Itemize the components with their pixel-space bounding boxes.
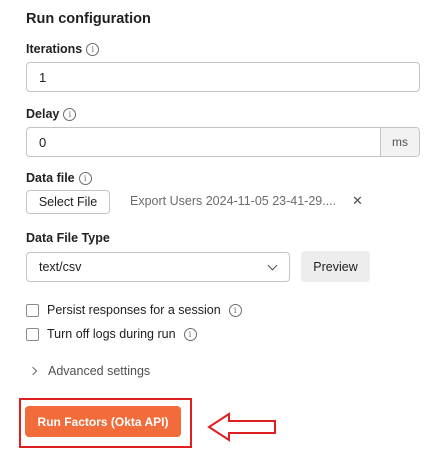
close-icon[interactable]: ✕ [352,193,363,209]
info-icon[interactable]: i [78,171,92,185]
data-file-type-label: Data File Type [26,231,110,245]
delay-input[interactable]: 0 ms [26,127,420,157]
chevron-down-icon [267,260,278,271]
persist-responses-label: Persist responses for a session [47,303,221,317]
delay-label-row: Delay i [26,107,77,121]
preview-button[interactable]: Preview [301,251,370,282]
persist-responses-option[interactable]: Persist responses for a session i [26,303,242,317]
iterations-value: 1 [39,69,47,85]
left-arrow-annotation-icon [207,412,276,442]
info-icon[interactable]: i [183,327,197,341]
data-file-type-select[interactable]: text/csv [26,252,290,282]
turn-off-logs-checkbox[interactable] [26,327,39,341]
data-file-label-row: Data file i [26,171,92,185]
run-configuration-panel: Run configuration Iterations i 1 Delay i… [0,0,431,462]
advanced-settings-label: Advanced settings [48,364,151,378]
iterations-label-row: Iterations i [26,42,100,56]
delay-unit: ms [380,128,419,156]
iterations-input[interactable]: 1 [26,62,420,92]
delay-value: 0 [39,134,47,150]
turn-off-logs-label: Turn off logs during run [47,327,176,341]
iterations-label: Iterations [26,42,83,56]
info-icon[interactable]: i [86,42,100,56]
data-file-type-value: text/csv [39,260,82,274]
select-file-button[interactable]: Select File [26,190,110,214]
advanced-settings-toggle[interactable]: Advanced settings [28,364,151,378]
info-icon[interactable]: i [228,303,242,317]
run-button[interactable]: Run Factors (Okta API) [25,406,181,437]
delay-label: Delay [26,107,60,121]
data-file-type-label-row: Data File Type [26,231,110,245]
turn-off-logs-option[interactable]: Turn off logs during run i [26,327,197,341]
panel-title: Run configuration [26,11,151,27]
chevron-right-icon [28,366,38,376]
info-icon[interactable]: i [63,107,77,121]
data-file-name: Export Users 2024-11-05 23-41-29.... [130,194,337,208]
data-file-label: Data file [26,171,75,185]
persist-responses-checkbox[interactable] [26,303,39,317]
